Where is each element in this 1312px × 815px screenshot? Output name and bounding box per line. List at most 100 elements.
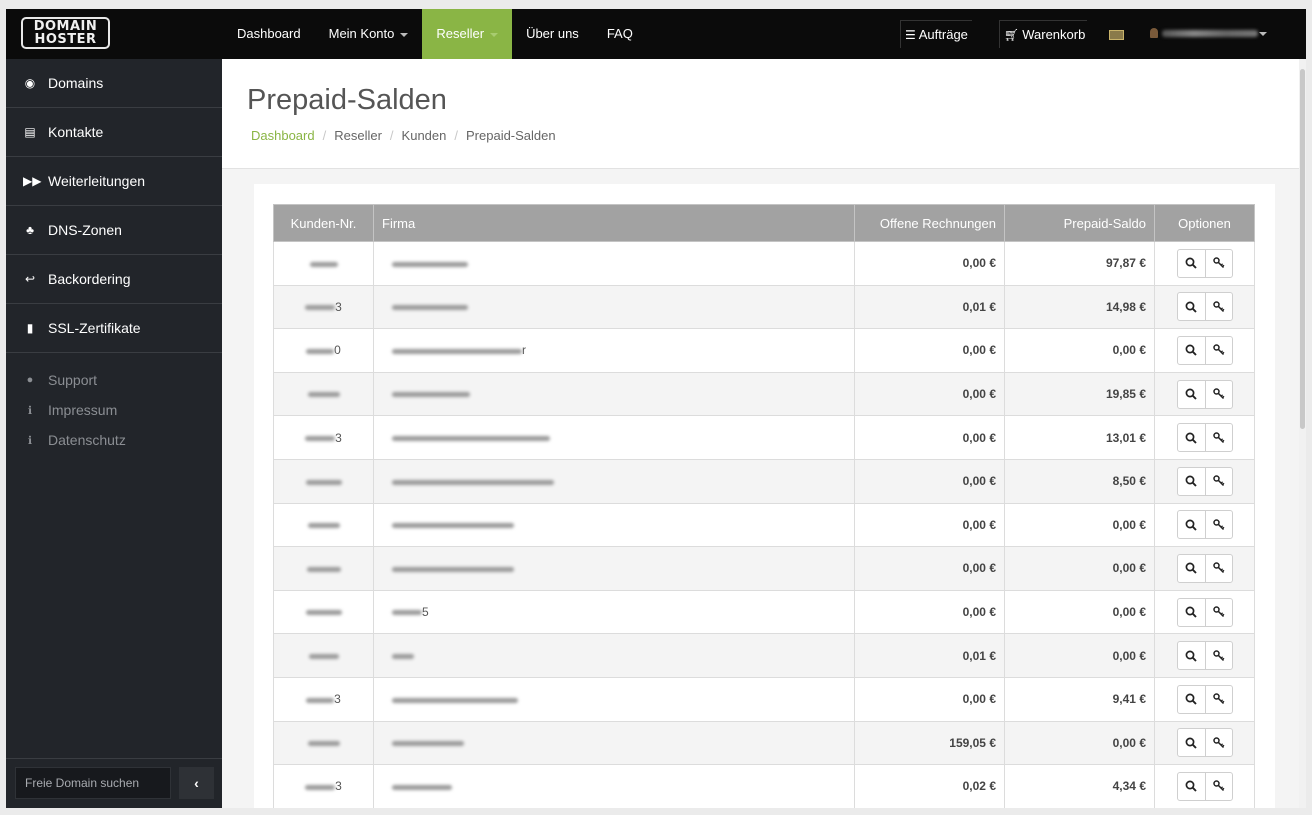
orders-button[interactable]: ☰ Aufträge bbox=[900, 20, 972, 48]
view-details-button[interactable] bbox=[1178, 250, 1205, 277]
sidebar-item-ssl-zertifikate[interactable]: ▮ SSL-Zertifikate bbox=[6, 304, 222, 353]
cell-optionen bbox=[1154, 764, 1255, 808]
view-details-button[interactable] bbox=[1178, 293, 1205, 320]
id-card-icon: ▤ bbox=[24, 125, 36, 139]
sidebar-secondary-menu: ● Support ℹ Impressum ℹ Datenschutz bbox=[6, 353, 222, 455]
cell-offene-rechnungen: 159,05 € bbox=[854, 720, 1005, 766]
breadcrumb-kunden[interactable]: Kunden bbox=[402, 128, 447, 143]
user-icon bbox=[1150, 28, 1158, 38]
scrollbar-thumb[interactable] bbox=[1300, 69, 1305, 429]
domainhoster-logo[interactable]: DOMAIN HOSTER bbox=[21, 17, 110, 49]
table-row: 3 0,00 €13,01 € bbox=[273, 415, 1255, 460]
search-icon bbox=[1185, 693, 1197, 705]
search-icon bbox=[1185, 737, 1197, 749]
redacted-customer-number bbox=[309, 261, 338, 267]
cell-offene-rechnungen: 0,00 € bbox=[854, 328, 1005, 373]
key-icon bbox=[1212, 431, 1224, 443]
table-row: 159,05 €0,00 € bbox=[273, 720, 1255, 766]
cell-kunden-nr: 3 bbox=[273, 415, 374, 460]
view-details-button[interactable] bbox=[1178, 381, 1205, 408]
breadcrumb-dashboard[interactable]: Dashboard bbox=[251, 128, 315, 143]
redacted-customer-number bbox=[306, 348, 335, 354]
breadcrumb-reseller[interactable]: Reseller bbox=[334, 128, 382, 143]
redacted-customer-number bbox=[307, 523, 340, 529]
login-as-customer-button[interactable] bbox=[1204, 729, 1232, 757]
view-details-button[interactable] bbox=[1178, 599, 1205, 626]
login-as-customer-button[interactable] bbox=[1204, 336, 1232, 364]
app-window: DOMAIN HOSTER Dashboard Mein Konto Reselle… bbox=[6, 9, 1306, 808]
cell-optionen bbox=[1154, 458, 1255, 504]
page-scrollbar[interactable] bbox=[1299, 59, 1306, 808]
sidebar-item-kontakte[interactable]: ▤ Kontakte bbox=[6, 108, 222, 157]
table-row: 5 0,00 €0,00 € bbox=[273, 589, 1255, 635]
cell-firma bbox=[373, 546, 855, 591]
view-details-button[interactable] bbox=[1178, 424, 1205, 451]
col-offene-rechnungen[interactable]: Offene Rechnungen bbox=[854, 204, 1005, 242]
table-row: 3 0,01 €14,98 € bbox=[273, 284, 1255, 330]
sidebar-item-weiterleitungen[interactable]: ▶▶ Weiterleitungen bbox=[6, 157, 222, 206]
cart-icon: 🛒︎ bbox=[1004, 28, 1020, 42]
login-as-customer-button[interactable] bbox=[1204, 249, 1232, 277]
view-details-button[interactable] bbox=[1178, 686, 1205, 713]
login-as-customer-button[interactable] bbox=[1204, 511, 1232, 539]
user-menu[interactable] bbox=[1162, 30, 1258, 37]
view-details-button[interactable] bbox=[1178, 337, 1205, 364]
login-as-customer-button[interactable] bbox=[1204, 467, 1232, 495]
sidebar-menu: ◉ Domains ▤ Kontakte ▶▶ Weiterleitungen ♣ DNS-Z… bbox=[6, 59, 222, 353]
view-details-button[interactable] bbox=[1178, 729, 1205, 756]
orders-label: Aufträge bbox=[918, 27, 968, 42]
view-details-button[interactable] bbox=[1178, 555, 1205, 582]
row-actions bbox=[1176, 684, 1233, 714]
col-prepaid-saldo[interactable]: Prepaid-Saldo bbox=[1004, 204, 1155, 242]
credit-card-icon[interactable] bbox=[1109, 30, 1124, 40]
cell-prepaid-saldo: 19,85 € bbox=[1004, 371, 1155, 417]
login-as-customer-button[interactable] bbox=[1204, 554, 1232, 582]
sidebar-item-label: Kontakte bbox=[48, 124, 104, 140]
sidebar-link-datenschutz[interactable]: ℹ Datenschutz bbox=[6, 425, 222, 455]
info-icon: ℹ bbox=[27, 404, 33, 417]
sidebar-item-dns-zonen[interactable]: ♣ DNS-Zonen bbox=[6, 206, 222, 255]
login-as-customer-button[interactable] bbox=[1204, 380, 1232, 408]
col-firma[interactable]: Firma bbox=[373, 204, 855, 242]
view-details-button[interactable] bbox=[1178, 511, 1205, 538]
login-as-customer-button[interactable] bbox=[1204, 293, 1232, 321]
redacted-customer-number bbox=[308, 653, 339, 659]
breadcrumb-separator: / bbox=[389, 128, 394, 143]
login-as-customer-button[interactable] bbox=[1204, 685, 1232, 713]
logo-line2: HOSTER bbox=[34, 32, 97, 47]
sidebar-link-support[interactable]: ● Support bbox=[6, 365, 222, 395]
nav-mein-konto[interactable]: Mein Konto bbox=[315, 9, 423, 59]
search-icon bbox=[1185, 257, 1197, 269]
key-icon bbox=[1212, 257, 1224, 269]
login-as-customer-button[interactable] bbox=[1204, 772, 1232, 800]
login-as-customer-button[interactable] bbox=[1204, 424, 1232, 452]
breadcrumb-separator: / bbox=[454, 128, 458, 143]
sidebar-collapse-button[interactable]: ‹ bbox=[179, 767, 214, 799]
login-as-customer-button[interactable] bbox=[1204, 598, 1232, 626]
cell-prepaid-saldo: 13,01 € bbox=[1004, 415, 1155, 460]
cell-optionen bbox=[1154, 241, 1255, 286]
col-kunden-nr[interactable]: Kunden-Nr. bbox=[273, 204, 374, 242]
sidebar-item-domains[interactable]: ◉ Domains bbox=[6, 59, 222, 108]
sidebar-item-backordering[interactable]: ↩ Backordering bbox=[6, 255, 222, 304]
cell-offene-rechnungen: 0,00 € bbox=[854, 415, 1005, 460]
domain-search-input[interactable]: Freie Domain suchen bbox=[15, 767, 171, 799]
cart-label: Warenkorb bbox=[1022, 27, 1086, 42]
sidebar-link-impressum[interactable]: ℹ Impressum bbox=[6, 395, 222, 425]
cart-button[interactable]: 🛒︎ Warenkorb bbox=[999, 20, 1087, 48]
view-details-button[interactable] bbox=[1178, 642, 1205, 669]
view-details-button[interactable] bbox=[1178, 468, 1205, 495]
cell-optionen bbox=[1154, 633, 1255, 678]
cell-kunden-nr: 3 bbox=[273, 676, 374, 722]
redacted-company-name bbox=[392, 479, 554, 485]
cell-kunden-nr bbox=[273, 546, 374, 591]
login-as-customer-button[interactable] bbox=[1204, 642, 1232, 670]
nav-faq[interactable]: FAQ bbox=[593, 9, 647, 59]
sidebar-item-label: SSL-Zertifikate bbox=[48, 320, 141, 336]
view-details-button[interactable] bbox=[1178, 773, 1205, 800]
nav-über-uns[interactable]: Über uns bbox=[512, 9, 593, 59]
cell-prepaid-saldo: 0,00 € bbox=[1004, 633, 1155, 678]
nav-reseller[interactable]: Reseller bbox=[422, 9, 513, 59]
nav-dashboard[interactable]: Dashboard bbox=[223, 9, 315, 59]
cell-kunden-nr bbox=[273, 633, 374, 678]
